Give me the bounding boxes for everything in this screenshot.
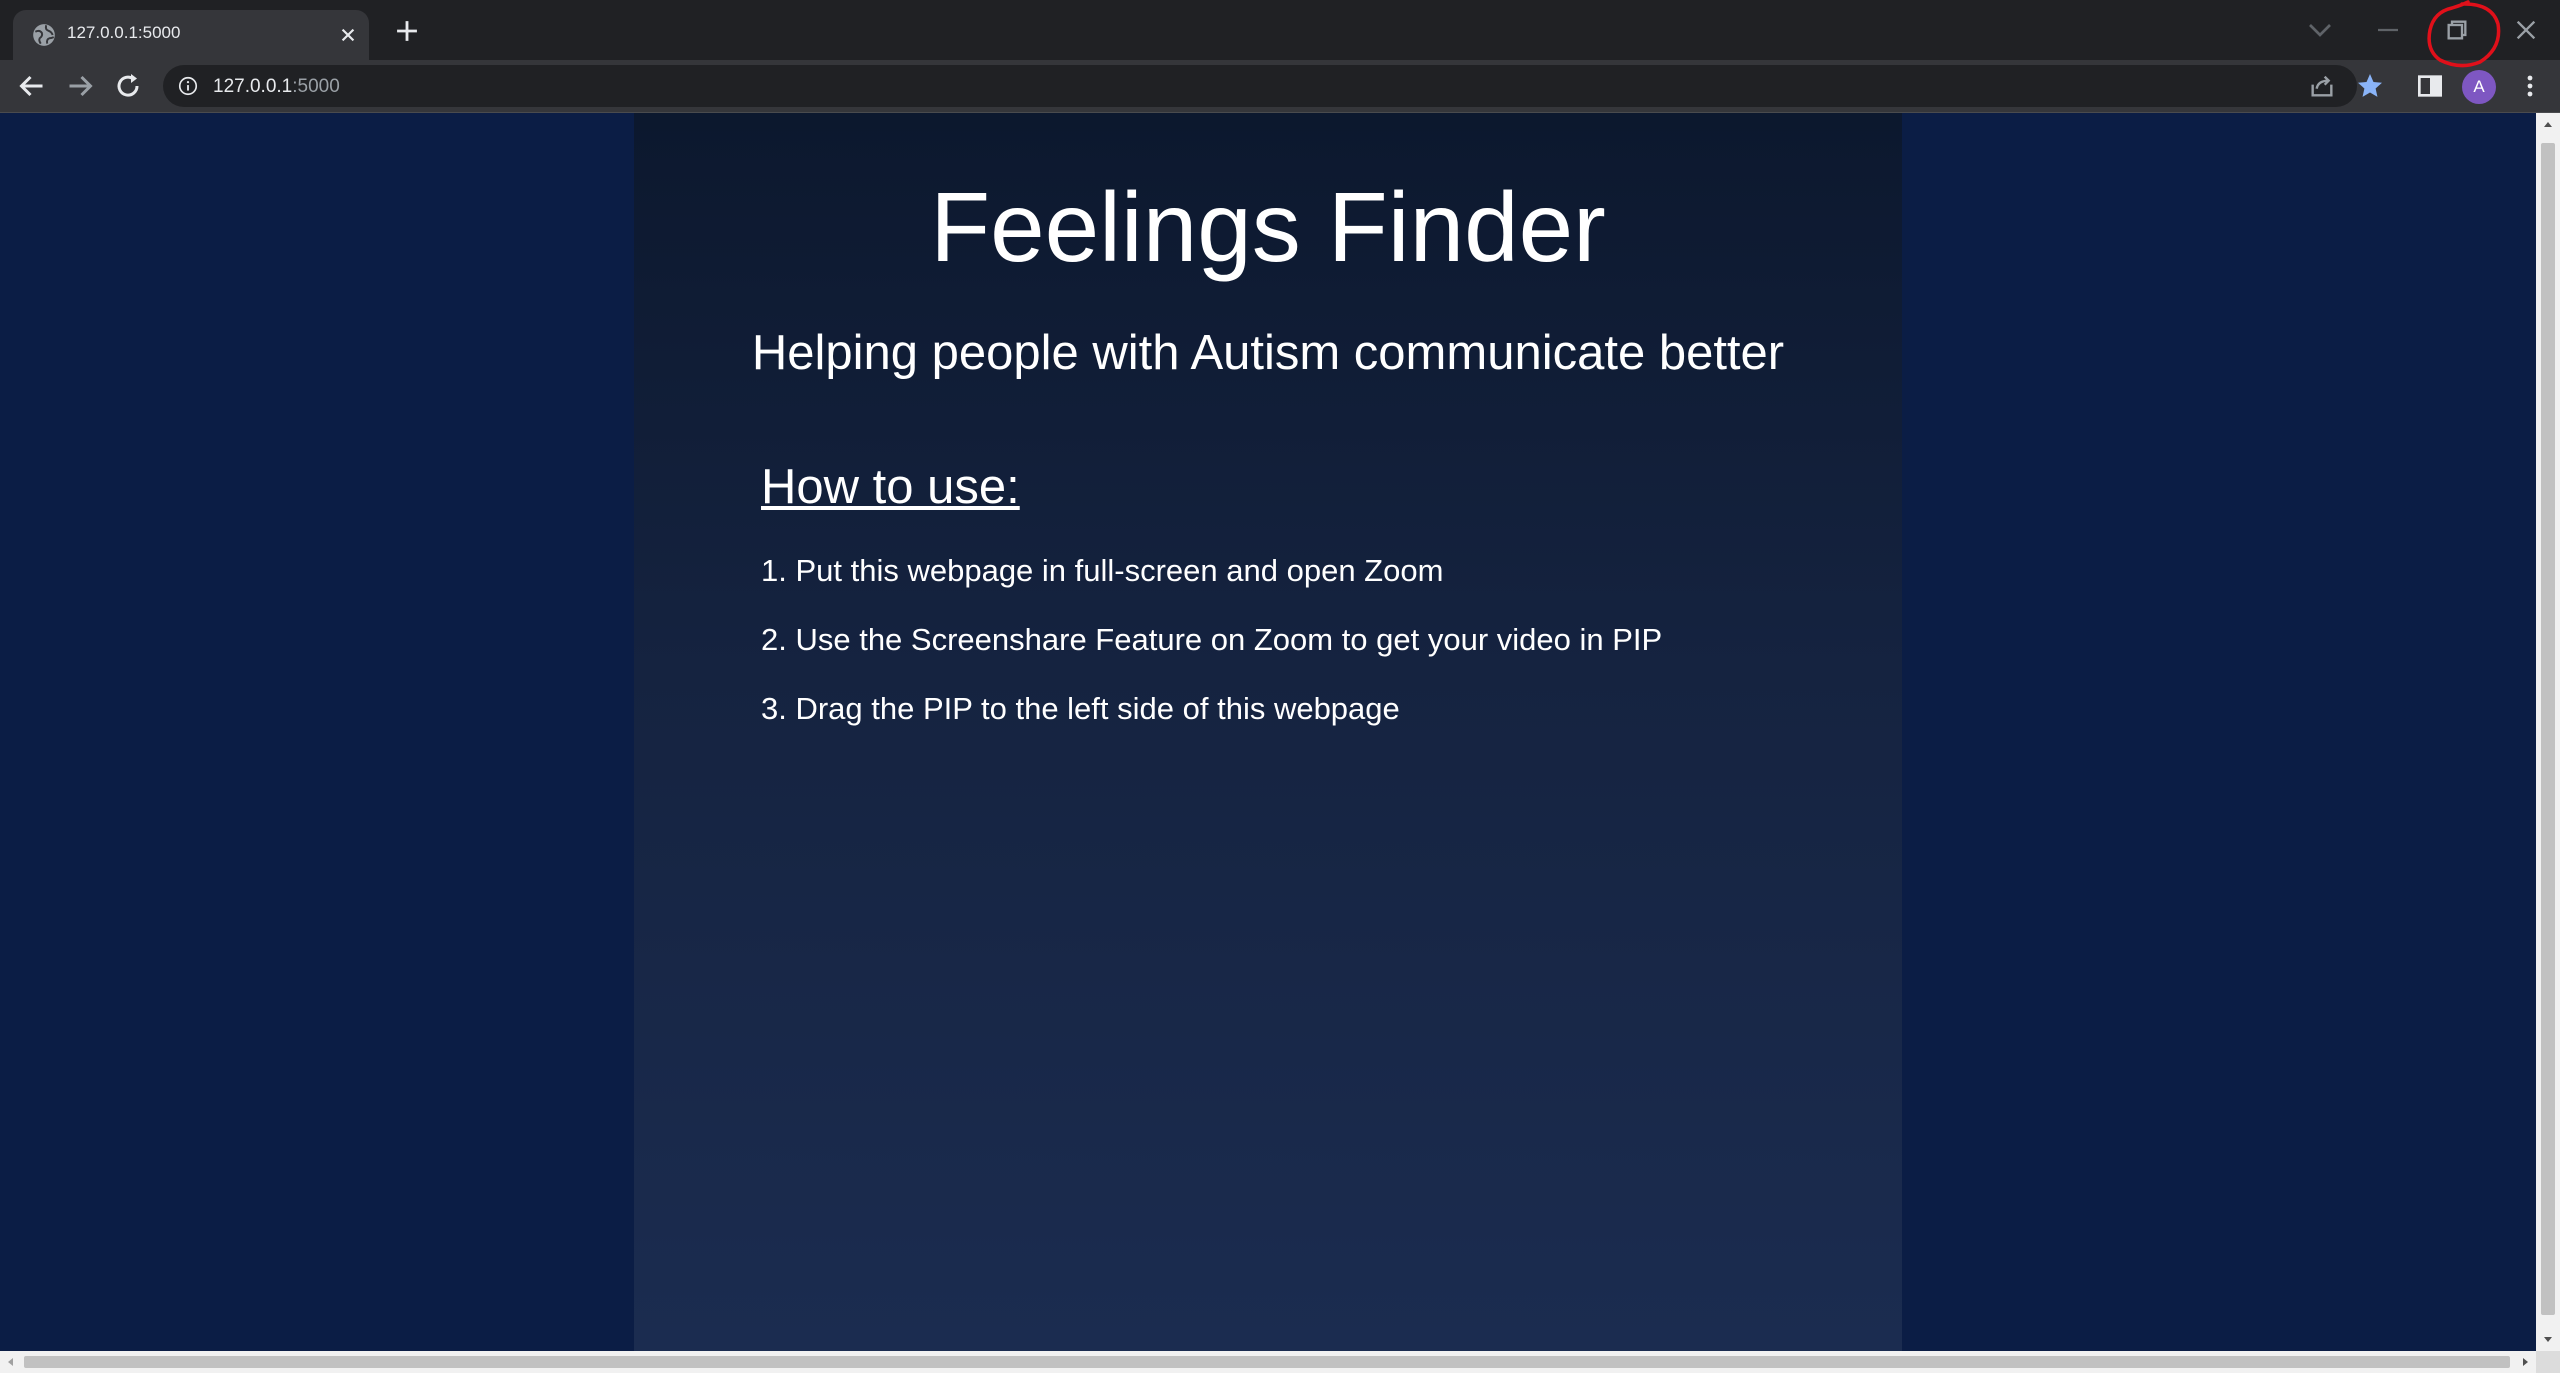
tab-search-icon[interactable] [2300, 10, 2340, 50]
new-tab-button[interactable] [390, 14, 424, 48]
browser-toolbar: 127.0.0.1:5000 A [0, 60, 2560, 113]
scroll-up-arrow-icon[interactable] [2536, 113, 2560, 137]
page-title: Feelings Finder [930, 172, 1606, 282]
url-text: 127.0.0.1:5000 [213, 76, 340, 98]
instruction-step: 2. Use the Screenshare Feature on Zoom t… [761, 622, 1663, 657]
reload-icon[interactable] [110, 68, 146, 104]
browser-window: 127.0.0.1:5000 127.0.0.1:5000 A Feelings… [0, 0, 2560, 1373]
address-bar[interactable]: 127.0.0.1:5000 [163, 65, 2357, 107]
info-icon[interactable] [177, 75, 199, 97]
scroll-left-arrow-icon[interactable] [0, 1351, 22, 1373]
minimize-icon[interactable] [2368, 10, 2408, 50]
scroll-right-arrow-icon[interactable] [2514, 1351, 2536, 1373]
page-subtitle: Helping people with Autism communicate b… [751, 326, 1785, 380]
avatar[interactable]: A [2462, 70, 2496, 104]
active-tab[interactable]: 127.0.0.1:5000 [13, 10, 369, 60]
back-arrow-icon[interactable] [14, 68, 50, 104]
star-icon[interactable] [2354, 70, 2386, 102]
side-panel-icon[interactable] [2414, 70, 2446, 102]
close-icon[interactable] [2506, 10, 2546, 50]
horizontal-scrollbar[interactable] [0, 1351, 2560, 1373]
vertical-scroll-thumb[interactable] [2541, 143, 2555, 1315]
page-viewport: Feelings Finder Helping people with Auti… [0, 113, 2536, 1351]
tab-strip: 127.0.0.1:5000 [0, 0, 2560, 60]
scrollbar-corner [2536, 1351, 2560, 1373]
instruction-step: 3. Drag the PIP to the left side of this… [761, 691, 1400, 726]
instruction-step: 1. Put this webpage in full-screen and o… [761, 553, 1444, 588]
vertical-scrollbar[interactable] [2536, 113, 2560, 1351]
close-icon[interactable] [335, 22, 361, 48]
scroll-down-arrow-icon[interactable] [2536, 1327, 2560, 1351]
content-panel: Feelings Finder Helping people with Auti… [634, 113, 1902, 1351]
kebab-menu-icon[interactable] [2514, 70, 2546, 102]
restore-icon[interactable] [2437, 10, 2477, 50]
url-port: :5000 [292, 76, 340, 97]
url-host: 127.0.0.1 [213, 76, 293, 97]
globe-icon [33, 24, 55, 46]
share-icon[interactable] [2306, 70, 2338, 102]
how-to-use-heading: How to use: [761, 460, 1020, 514]
horizontal-scroll-thumb[interactable] [24, 1356, 2510, 1368]
forward-arrow-icon[interactable] [62, 68, 98, 104]
tab-title: 127.0.0.1:5000 [67, 23, 181, 42]
